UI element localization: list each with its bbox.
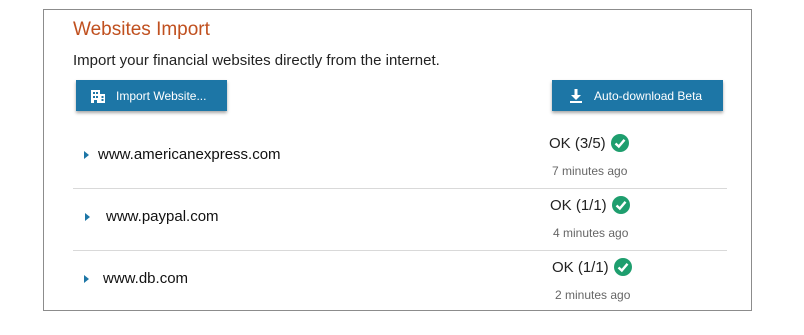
building-icon [90, 88, 106, 104]
website-name: www.americanexpress.com [98, 146, 281, 163]
websites-import-panel: Websites Import Import your financial we… [43, 9, 752, 311]
status-text: OK (1/1) [552, 258, 632, 276]
status-label: OK (1/1) [552, 258, 609, 276]
expand-caret-icon[interactable] [84, 275, 89, 283]
status-label: OK (1/1) [550, 196, 607, 214]
import-website-label: Import Website... [116, 88, 207, 103]
status-text: OK (1/1) [550, 196, 630, 214]
expand-caret-icon[interactable] [84, 151, 89, 159]
last-updated-time: 7 minutes ago [552, 164, 628, 178]
website-name: www.db.com [103, 270, 189, 287]
website-row[interactable]: www.db.com OK (1/1) 2 minutes ago [73, 250, 727, 312]
check-circle-icon [613, 258, 632, 276]
import-website-button[interactable]: Import Website... [76, 80, 227, 111]
website-row[interactable]: www.paypal.com OK (1/1) 4 minutes ago [73, 188, 727, 251]
auto-download-label: Auto-download Beta [594, 88, 703, 103]
check-circle-icon [611, 196, 630, 214]
website-name: www.paypal.com [106, 208, 219, 225]
status-text: OK (3/5) [549, 134, 629, 152]
last-updated-time: 4 minutes ago [553, 226, 629, 240]
panel-title: Websites Import [73, 19, 210, 40]
status-label: OK (3/5) [549, 134, 606, 152]
last-updated-time: 2 minutes ago [555, 288, 631, 302]
auto-download-button[interactable]: Auto-download Beta [552, 80, 723, 111]
expand-caret-icon[interactable] [85, 213, 90, 221]
website-row[interactable]: www.americanexpress.com OK (3/5) 7 minut… [73, 126, 727, 189]
check-circle-icon [610, 134, 629, 152]
panel-subtitle: Import your financial websites directly … [73, 52, 440, 69]
download-icon [568, 88, 584, 104]
